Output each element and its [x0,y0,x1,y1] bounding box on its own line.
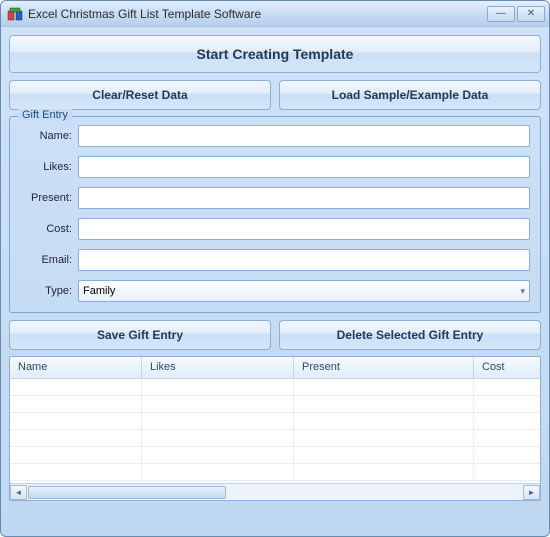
start-creating-button[interactable]: Start Creating Template [9,35,541,73]
col-header-cost[interactable]: Cost [474,357,540,378]
scroll-left-icon[interactable]: ◄ [10,485,27,500]
likes-label: Likes: [20,161,78,173]
col-header-present[interactable]: Present [294,357,474,378]
email-label: Email: [20,254,78,266]
window-title: Excel Christmas Gift List Template Softw… [28,7,487,21]
app-window: Excel Christmas Gift List Template Softw… [0,0,550,537]
type-value: Family [83,285,115,297]
client-area: Start Creating Template Clear/Reset Data… [1,27,549,509]
close-button[interactable]: ✕ [517,6,545,22]
scroll-track[interactable] [27,485,523,500]
cost-input[interactable] [78,218,530,240]
grid-header: Name Likes Present Cost [10,357,540,379]
col-header-name[interactable]: Name [10,357,142,378]
name-row: Name: [20,125,530,147]
gift-grid: Name Likes Present Cost [9,356,541,501]
table-row [10,396,540,413]
clear-reset-button[interactable]: Clear/Reset Data [9,80,271,110]
type-row: Type: Family ▾ [20,280,530,302]
minimize-button[interactable]: — [487,6,515,22]
titlebar: Excel Christmas Gift List Template Softw… [1,1,549,27]
table-row [10,430,540,447]
load-sample-button[interactable]: Load Sample/Example Data [279,80,541,110]
table-row [10,413,540,430]
table-row [10,464,540,481]
fieldset-legend: Gift Entry [18,109,72,121]
chevron-down-icon: ▾ [520,286,525,297]
horizontal-scrollbar[interactable]: ◄ ► [10,483,540,500]
type-select[interactable]: Family ▾ [78,280,530,302]
grid-body[interactable] [10,379,540,482]
name-input[interactable] [78,125,530,147]
window-controls: — ✕ [487,6,545,22]
likes-row: Likes: [20,156,530,178]
table-row [10,447,540,464]
cost-row: Cost: [20,218,530,240]
entry-buttons-row: Save Gift Entry Delete Selected Gift Ent… [9,320,541,350]
scroll-thumb[interactable] [28,486,226,499]
email-input[interactable] [78,249,530,271]
present-label: Present: [20,192,78,204]
likes-input[interactable] [78,156,530,178]
col-header-likes[interactable]: Likes [142,357,294,378]
present-row: Present: [20,187,530,209]
table-row [10,379,540,396]
cost-label: Cost: [20,223,78,235]
delete-gift-button[interactable]: Delete Selected Gift Entry [279,320,541,350]
save-gift-button[interactable]: Save Gift Entry [9,320,271,350]
scroll-right-icon[interactable]: ► [523,485,540,500]
name-label: Name: [20,130,78,142]
present-input[interactable] [78,187,530,209]
type-label: Type: [20,285,78,297]
email-row: Email: [20,249,530,271]
gift-entry-fieldset: Gift Entry Name: Likes: Present: Cost: E… [9,116,541,313]
app-icon [7,6,23,22]
data-buttons-row: Clear/Reset Data Load Sample/Example Dat… [9,80,541,110]
